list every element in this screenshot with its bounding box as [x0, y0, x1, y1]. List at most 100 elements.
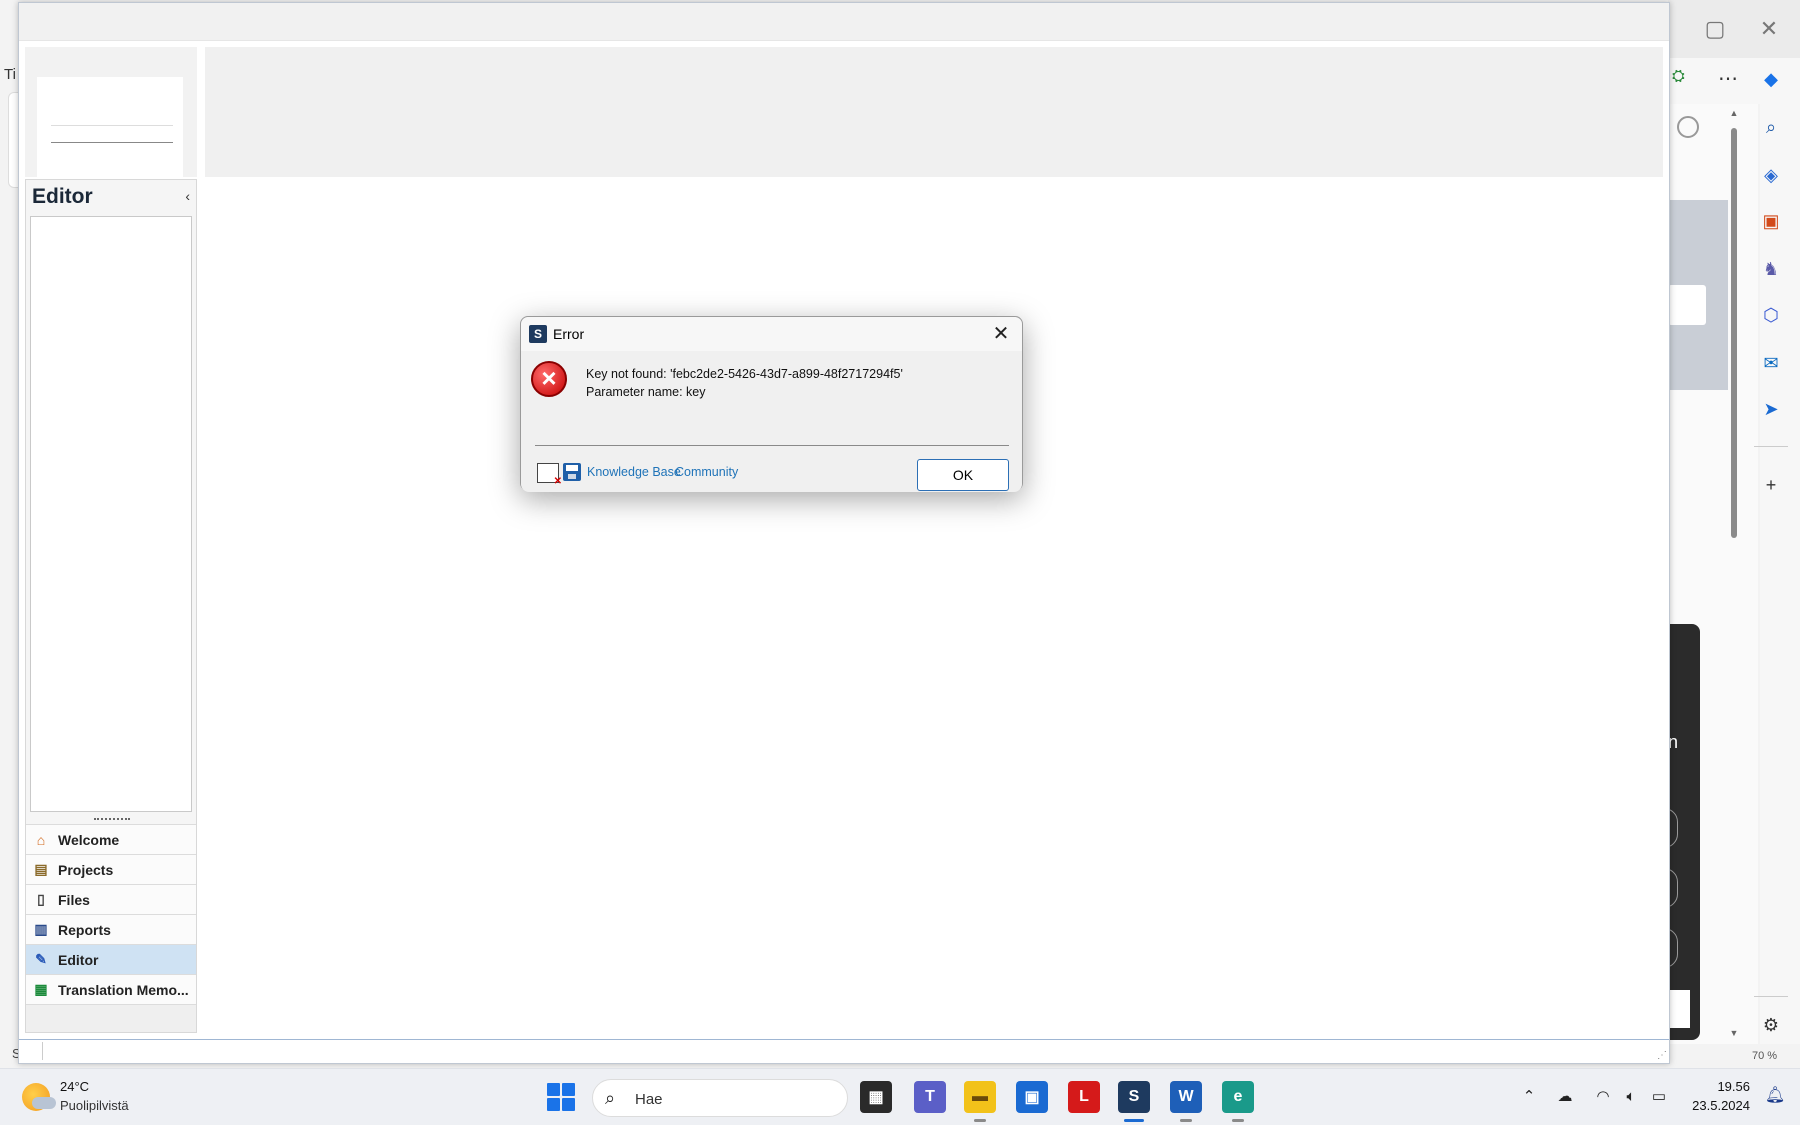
- edge-icon[interactable]: e: [1222, 1081, 1254, 1113]
- nav-items: ⌂ Welcome ▤ Projects ▯ Files ▥ Reports ✎…: [26, 824, 196, 1004]
- dialog-separator: [535, 445, 1009, 446]
- chevron-up-icon[interactable]: ⌃: [1518, 1086, 1540, 1108]
- error-message-line2: Parameter name: key: [586, 385, 706, 399]
- weather-description[interactable]: Puolipilvistä: [60, 1098, 129, 1113]
- close-window-icon[interactable]: ✕: [1754, 14, 1784, 44]
- scroll-down-icon[interactable]: ▼: [1728, 1028, 1740, 1038]
- dark-panel-input[interactable]: [1668, 990, 1690, 1028]
- trados-main-window: Editor ‹ ⌂ Welcome ▤ Projects ▯ Files ▥ …: [18, 2, 1670, 1064]
- search-placeholder: Hae: [635, 1091, 663, 1108]
- dialog-body: × Key not found: 'febc2de2-5426-43d7-a89…: [521, 351, 1022, 492]
- tools-icon[interactable]: ▣: [1756, 206, 1786, 236]
- scrollbar-thumb[interactable]: [1731, 128, 1737, 538]
- clock-date[interactable]: 23.5.2024: [1692, 1098, 1750, 1113]
- volume-icon[interactable]: 🔈︎: [1620, 1086, 1642, 1108]
- browser-toolbar: ⛭ ⋯: [1668, 58, 1760, 104]
- close-application-icon[interactable]: [537, 463, 562, 487]
- nav-item-translation-memories[interactable]: ▦ Translation Memo...: [26, 974, 196, 1004]
- projects-icon: ▤: [34, 861, 48, 877]
- nav-item-projects[interactable]: ▤ Projects: [26, 854, 196, 884]
- dialog-titlebar: S Error ✕: [521, 317, 1022, 351]
- settings-gear-icon[interactable]: ⚙: [1756, 1010, 1786, 1040]
- taskbar-search-input[interactable]: ⌕ Hae: [592, 1079, 848, 1117]
- error-message: Key not found: 'febc2de2-5426-43d7-a899-…: [586, 365, 903, 401]
- send-icon[interactable]: ➤: [1756, 394, 1786, 424]
- error-dialog: S Error ✕ × Key not found: 'febc2de2-542…: [520, 316, 1023, 492]
- dialog-title: Error: [553, 326, 585, 342]
- search-icon: ⌕: [605, 1088, 616, 1108]
- nav-bottom-strip: [26, 1004, 196, 1032]
- shopping-tag-icon[interactable]: ◈: [1756, 160, 1786, 190]
- nav-item-files[interactable]: ▯ Files: [26, 884, 196, 914]
- nav-item-label: Translation Memo...: [58, 981, 189, 998]
- teams-icon[interactable]: T: [914, 1081, 946, 1113]
- resize-grip-icon[interactable]: ⋰: [1657, 1050, 1667, 1061]
- clock-time[interactable]: 19.56: [1717, 1079, 1750, 1094]
- ribbon: [205, 47, 1663, 177]
- nav-header: Editor ‹: [26, 180, 196, 212]
- scroll-up-icon[interactable]: ▲: [1728, 108, 1740, 118]
- wifi-icon[interactable]: ◠: [1592, 1086, 1614, 1108]
- editor-pencil-icon: ✎: [35, 951, 47, 967]
- knowledge-base-link[interactable]: Knowledge Base: [587, 465, 681, 479]
- close-icon[interactable]: ✕: [988, 321, 1014, 347]
- sidebar-divider: [1754, 996, 1788, 997]
- collapse-nav-icon[interactable]: ‹: [185, 188, 190, 204]
- sidebar-divider: [1754, 446, 1788, 447]
- onedrive-offline-icon[interactable]: ☁: [1554, 1086, 1576, 1108]
- error-message-line1: Key not found: 'febc2de2-5426-43d7-a899-…: [586, 367, 903, 381]
- task-view-icon[interactable]: ▦: [860, 1081, 892, 1113]
- trados-studio-icon[interactable]: S: [1118, 1081, 1150, 1113]
- taskbar: 24°C Puolipilvistä ⌕ Hae ▦ T ▬ ▣ L S W e…: [0, 1068, 1800, 1125]
- navigation-pane: Editor ‹ ⌂ Welcome ▤ Projects ▯ Files ▥ …: [25, 179, 197, 1033]
- weather-temperature[interactable]: 24°C: [60, 1079, 89, 1094]
- weather-icon[interactable]: [22, 1083, 56, 1111]
- battery-icon[interactable]: ▭: [1648, 1086, 1670, 1108]
- community-link[interactable]: Community: [675, 465, 738, 479]
- file-explorer-icon[interactable]: ▬: [964, 1081, 996, 1113]
- trados-app-icon: S: [529, 325, 547, 343]
- more-options-icon[interactable]: ⋯: [1718, 66, 1738, 91]
- nav-item-editor[interactable]: ✎ Editor: [26, 944, 196, 974]
- search-icon[interactable]: ⌕: [1756, 112, 1786, 142]
- nav-item-label: Files: [58, 891, 90, 908]
- nav-item-label: Editor: [58, 951, 99, 968]
- games-icon[interactable]: ♞: [1756, 254, 1786, 284]
- app-titlebar: [19, 3, 1669, 41]
- save-icon[interactable]: [563, 463, 581, 481]
- active-indicator: [1124, 1119, 1144, 1122]
- browser-scrollbar[interactable]: ▲ ▼: [1728, 108, 1740, 1038]
- l-app-icon[interactable]: L: [1068, 1081, 1100, 1113]
- zoom-level: 70 %: [1752, 1050, 1778, 1062]
- splitter-grip[interactable]: [94, 818, 130, 822]
- running-indicator: [1232, 1119, 1244, 1122]
- background-partial-text: Ti: [4, 66, 16, 83]
- m365-icon[interactable]: ⬡: [1756, 300, 1786, 330]
- ok-button[interactable]: OK: [917, 459, 1009, 491]
- start-windows-icon[interactable]: [547, 1083, 575, 1111]
- outlook-icon[interactable]: ✉: [1756, 348, 1786, 378]
- ribbon-left-panel: [25, 47, 197, 177]
- nav-tree[interactable]: [30, 216, 192, 812]
- nav-item-label: Welcome: [58, 831, 120, 848]
- page-banner-box: [1668, 285, 1706, 325]
- home-icon: ⌂: [36, 831, 46, 848]
- maximize-icon[interactable]: ▢: [1700, 14, 1730, 44]
- profile-avatar-icon[interactable]: [1677, 116, 1699, 138]
- nav-item-reports[interactable]: ▥ Reports: [26, 914, 196, 944]
- ribbon-input[interactable]: [51, 125, 173, 143]
- status-cell: [21, 1042, 43, 1060]
- running-indicator: [974, 1119, 986, 1122]
- microsoft-store-icon[interactable]: ▣: [1016, 1081, 1048, 1113]
- add-icon[interactable]: +: [1756, 470, 1786, 500]
- translation-memories-icon: ▦: [34, 981, 48, 997]
- word-icon[interactable]: W: [1170, 1081, 1202, 1113]
- copilot-icon[interactable]: ◆: [1756, 64, 1786, 94]
- nav-item-label: Projects: [58, 861, 114, 878]
- nav-title: Editor: [32, 185, 93, 208]
- reports-icon: ▥: [34, 921, 48, 937]
- extension-icon[interactable]: ⛭: [1672, 68, 1685, 86]
- editor-content-area: [205, 181, 1663, 1033]
- nav-item-welcome[interactable]: ⌂ Welcome: [26, 824, 196, 854]
- notification-bell-icon[interactable]: 🔔︎: [1764, 1085, 1786, 1107]
